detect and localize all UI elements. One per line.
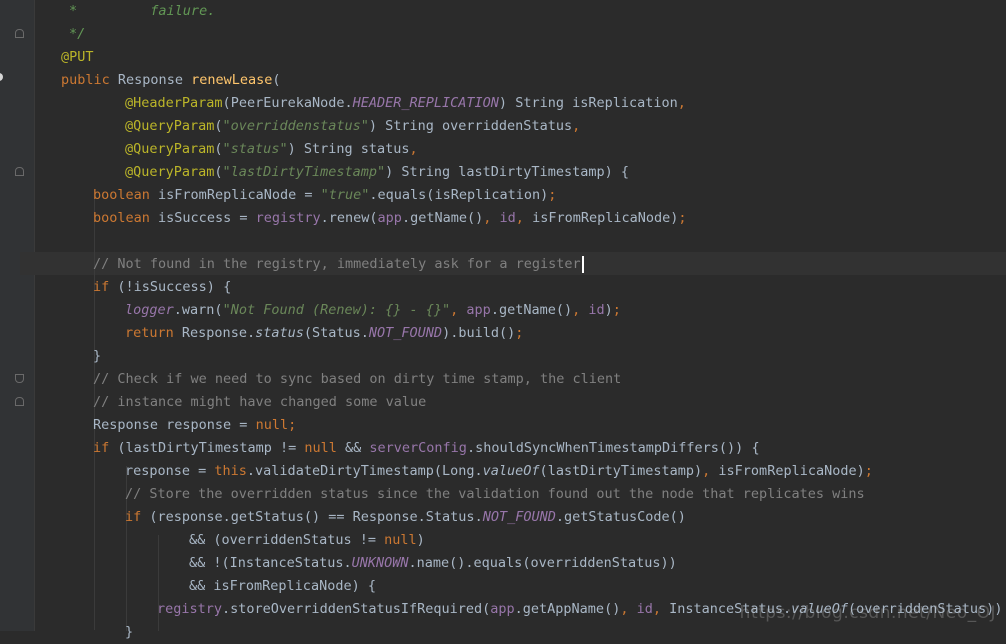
code-line: boolean isFromReplicaNode = "true".equal…: [93, 187, 557, 203]
code-line: // Check if we need to sync based on dir…: [93, 371, 622, 387]
code-line: return Response.status(Status.NOT_FOUND)…: [125, 325, 524, 341]
fold-marker-icon[interactable]: [15, 29, 24, 38]
breakpoint-marker-icon[interactable]: [0, 73, 3, 81]
code-line: }: [125, 624, 134, 640]
code-line: // Not found in the registry, immediatel…: [93, 253, 584, 276]
code-line: boolean isSuccess = registry.renew(app.g…: [93, 210, 687, 226]
code-editor[interactable]: * failure. */ @PUT public Response renew…: [0, 0, 1006, 640]
code-line: @PUT: [61, 49, 94, 65]
code-line: && !(InstanceStatus.UNKNOWN.name().equal…: [189, 555, 677, 571]
code-line: if (!isSuccess) {: [93, 279, 232, 295]
code-line: public Response renewLease(: [61, 72, 281, 88]
fold-marker-icon[interactable]: [15, 397, 24, 406]
code-line: * failure.: [69, 3, 216, 19]
code-line: @QueryParam("status") String status,: [125, 141, 418, 157]
code-area[interactable]: * failure. */ @PUT public Response renew…: [20, 0, 1006, 640]
code-line: // instance might have changed some valu…: [93, 394, 427, 410]
fold-marker-icon[interactable]: [15, 167, 24, 176]
code-line: response = this.validateDirtyTimestamp(L…: [125, 463, 873, 479]
code-line: */: [69, 26, 86, 42]
code-line: Response response = null;: [93, 417, 297, 433]
fold-marker-icon[interactable]: [15, 374, 24, 383]
watermark: https://blog.csdn.net/Neo_OJ: [739, 603, 996, 623]
code-line: }: [93, 348, 102, 364]
code-line: if (response.getStatus() == Response.Sta…: [125, 509, 686, 525]
code-line: @QueryParam("lastDirtyTimestamp") String…: [125, 164, 630, 180]
code-line: @QueryParam("overriddenstatus") String o…: [125, 118, 581, 134]
code-line: if (lastDirtyTimestamp != null && server…: [93, 440, 760, 456]
editor-gutter: [0, 0, 35, 631]
code-line: && (overriddenStatus != null): [189, 532, 425, 548]
text-caret: [581, 255, 584, 273]
code-line: && isFromReplicaNode) {: [189, 578, 376, 594]
code-line: logger.warn("Not Found (Renew): {} - {}"…: [125, 302, 621, 318]
code-line: @HeaderParam(PeerEurekaNode.HEADER_REPLI…: [125, 95, 686, 111]
code-line: // Store the overridden status since the…: [125, 486, 865, 502]
